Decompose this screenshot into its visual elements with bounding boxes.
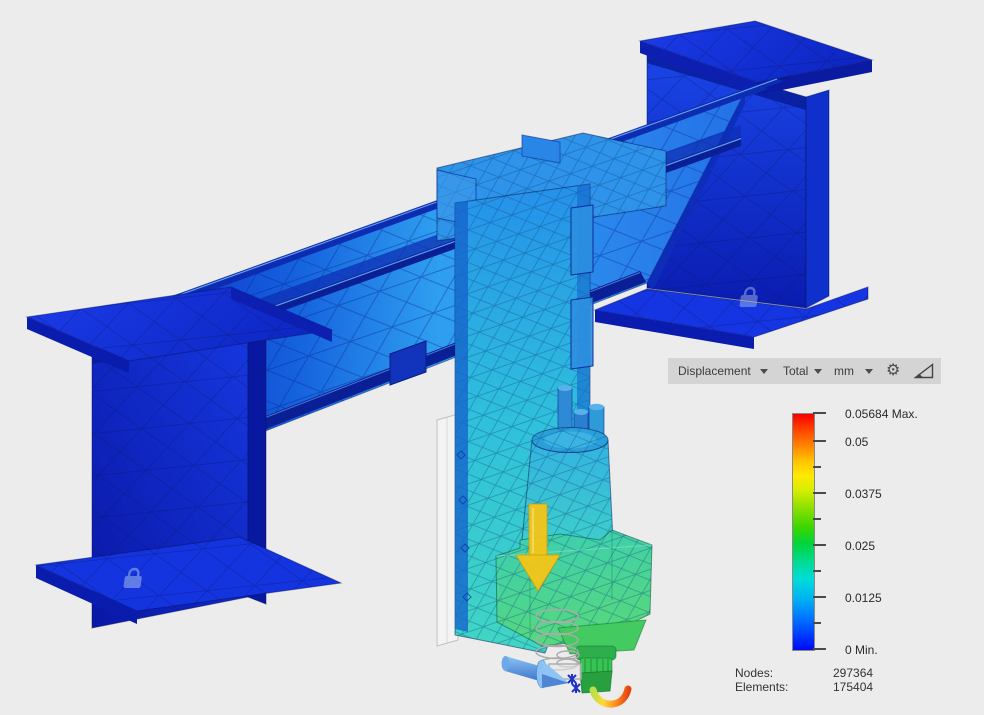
legend-label: 0.025 [845, 539, 876, 553]
elements-label: Elements: [735, 680, 789, 694]
legend-label: 0.0125 [845, 591, 882, 605]
legend-tick [813, 622, 821, 624]
legend-tick [813, 412, 826, 414]
legend-tick [813, 544, 826, 546]
caret-down-icon[interactable] [814, 369, 822, 374]
result-type-dropdown[interactable]: Displacement [678, 358, 751, 384]
legend-label: 0.0375 [845, 487, 882, 501]
spindle-cap-mesh [532, 427, 608, 453]
caret-down-icon[interactable] [865, 369, 873, 374]
caret-down-icon[interactable] [760, 369, 768, 374]
left-leg-bottom-flange-mesh [36, 537, 341, 611]
z-rail-bearing-1 [570, 204, 594, 276]
legend-min-label: 0 Min. [845, 643, 878, 657]
legend-label: 0.05 [845, 435, 869, 449]
legend-tick [813, 648, 826, 650]
legend-max-label: 0.05684 Max. [845, 407, 918, 421]
legend-tick [813, 570, 821, 572]
result-component-dropdown[interactable]: Total [783, 358, 808, 384]
legend-tick [813, 492, 826, 494]
legend-tick [813, 596, 826, 598]
legend-tick [813, 440, 826, 442]
legend-tick [813, 466, 821, 468]
nodes-label: Nodes: [735, 666, 774, 680]
simulation-viewport[interactable]: Displacement Total mm ⚙ 0.05684 Max. 0.0… [0, 0, 984, 715]
result-unit-dropdown[interactable]: mm [834, 358, 854, 384]
z-rail-bearing-2 [570, 296, 594, 370]
results-toolbar: Displacement Total mm ⚙ [668, 358, 941, 384]
nodes-value: 297364 [833, 666, 874, 680]
legend-contour-icon[interactable] [914, 363, 934, 379]
settings-gear-icon[interactable]: ⚙ [886, 358, 900, 384]
right-leg-web-lip [805, 89, 830, 309]
elements-value: 175404 [833, 680, 874, 694]
legend-tick [813, 518, 821, 520]
legend-gradient-bar [792, 413, 815, 651]
z-rail-left [455, 201, 468, 632]
